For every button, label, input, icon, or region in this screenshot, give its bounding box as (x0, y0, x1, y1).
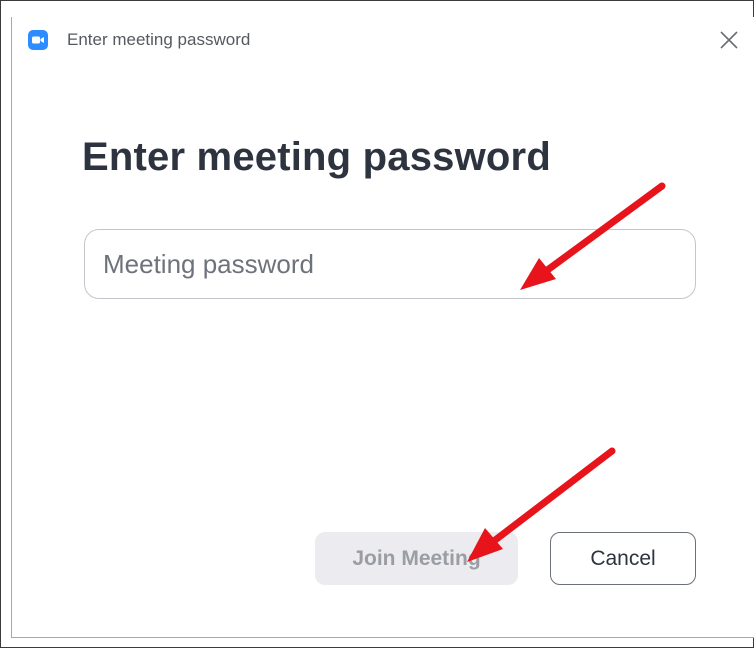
zoom-camera-icon (28, 30, 48, 50)
window-title: Enter meeting password (67, 30, 251, 49)
close-icon (720, 31, 738, 49)
close-button[interactable] (716, 27, 742, 53)
screenshot-frame: Enter meeting password Enter meeting pas… (0, 0, 754, 648)
password-dialog: Enter meeting password Enter meeting pas… (11, 17, 754, 638)
cancel-button[interactable]: Cancel (550, 532, 696, 585)
title-bar: Enter meeting password (12, 17, 754, 63)
dialog-heading: Enter meeting password (82, 135, 551, 179)
meeting-password-input[interactable] (84, 229, 696, 299)
join-meeting-button[interactable]: Join Meeting (315, 532, 518, 585)
